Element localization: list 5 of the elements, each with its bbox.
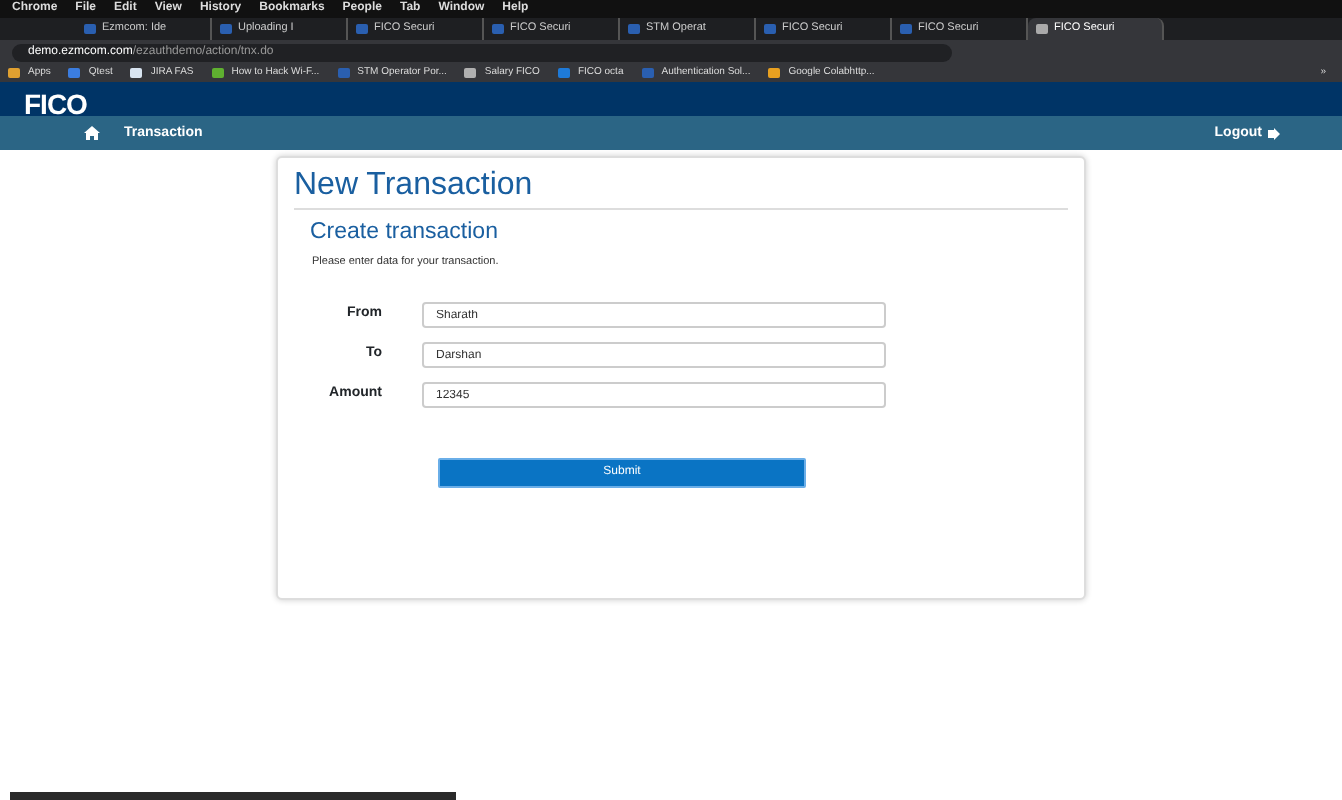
home-icon[interactable]	[84, 126, 100, 140]
logo: FICO	[24, 88, 87, 120]
page-title: New Transaction	[294, 166, 1068, 211]
logout-icon[interactable]	[1268, 127, 1282, 139]
section-title: Create transaction	[310, 220, 500, 248]
